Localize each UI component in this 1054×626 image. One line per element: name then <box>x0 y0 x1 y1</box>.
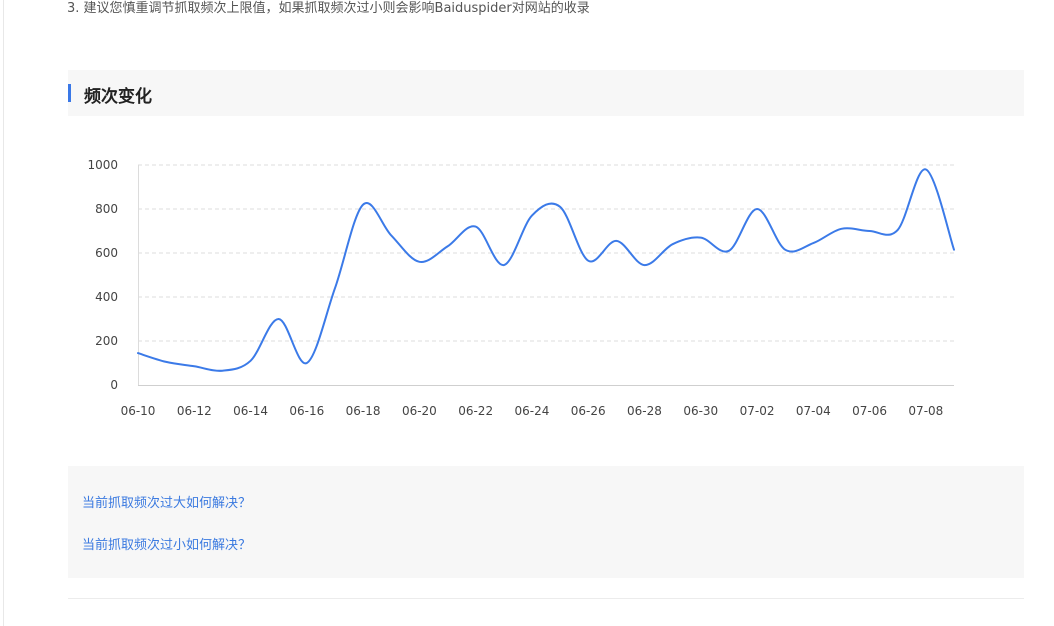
bottom-divider <box>68 598 1024 599</box>
x-tick-label-06-28: 06-28 <box>627 404 662 418</box>
x-tick-label-07-06: 07-06 <box>852 404 887 418</box>
data-point-07-01 <box>726 248 732 254</box>
x-tick-label-06-22: 06-22 <box>458 404 493 418</box>
data-point-07-09 <box>951 247 957 253</box>
x-tick-label-07-02: 07-02 <box>740 404 775 418</box>
data-point-06-20 <box>416 259 422 265</box>
data-point-06-30 <box>698 235 704 241</box>
data-point-06-11 <box>163 359 169 365</box>
page-left-border <box>3 0 4 626</box>
data-point-06-15 <box>276 316 282 322</box>
faq-box: 当前抓取频次过大如何解决？ 当前抓取频次过小如何解决？ <box>68 466 1024 578</box>
data-point-07-05 <box>838 226 844 232</box>
faq-link-too-low[interactable]: 当前抓取频次过小如何解决？ <box>82 534 251 553</box>
data-point-06-29 <box>670 241 676 247</box>
x-tick-label-06-26: 06-26 <box>571 404 606 418</box>
data-point-07-03 <box>782 247 788 253</box>
data-point-06-24 <box>529 213 535 219</box>
data-point-06-21 <box>445 243 451 249</box>
note-text: 3. 建议您慎重调节抓取频次上限值，如果抓取频次过小则会影响Baiduspide… <box>67 1 590 16</box>
y-tick-label-400: 400 <box>95 290 118 304</box>
y-tick-label-800: 800 <box>95 202 118 216</box>
data-point-07-04 <box>810 240 816 246</box>
x-tick-label-06-18: 06-18 <box>346 404 381 418</box>
y-tick-label-1000: 1000 <box>87 158 118 172</box>
data-point-06-27 <box>613 238 619 244</box>
x-tick-label-07-04: 07-04 <box>796 404 831 418</box>
x-tick-label-06-12: 06-12 <box>177 404 212 418</box>
faq-link-too-high[interactable]: 当前抓取频次过大如何解决？ <box>82 492 251 511</box>
section-accent-bar <box>68 84 71 102</box>
data-point-06-17 <box>332 285 338 291</box>
y-tick-label-200: 200 <box>95 334 118 348</box>
data-point-06-28 <box>641 262 647 268</box>
data-point-06-26 <box>585 258 591 264</box>
data-point-06-14 <box>248 358 254 364</box>
data-point-07-08 <box>923 166 929 172</box>
frequency-line-chart: 0 200 400 600 800 1000 06-10 06-12 06-14 06-16 06-… <box>87 158 957 418</box>
data-point-06-16 <box>304 360 310 366</box>
data-point-06-22 <box>473 224 479 230</box>
data-point-06-13 <box>219 368 225 374</box>
data-point-07-02 <box>754 206 760 212</box>
data-point-06-10 <box>135 350 141 356</box>
y-tick-label-600: 600 <box>95 246 118 260</box>
x-tick-label-06-20: 06-20 <box>402 404 437 418</box>
x-tick-label-06-10: 06-10 <box>121 404 156 418</box>
data-point-07-07 <box>895 227 901 233</box>
x-tick-label-06-24: 06-24 <box>514 404 549 418</box>
data-point-06-18 <box>360 202 366 208</box>
x-tick-label-06-16: 06-16 <box>289 404 324 418</box>
section-header: 频次变化 <box>68 70 1024 116</box>
section-title: 频次变化 <box>84 87 152 107</box>
data-point-06-12 <box>191 363 197 369</box>
x-tick-label-06-14: 06-14 <box>233 404 268 418</box>
data-point-06-19 <box>388 232 394 238</box>
data-point-06-25 <box>557 204 563 210</box>
data-point-06-23 <box>501 262 507 268</box>
x-tick-label-07-08: 07-08 <box>908 404 943 418</box>
x-tick-label-06-30: 06-30 <box>683 404 718 418</box>
data-point-07-06 <box>867 228 873 234</box>
y-tick-label-0: 0 <box>110 378 118 392</box>
